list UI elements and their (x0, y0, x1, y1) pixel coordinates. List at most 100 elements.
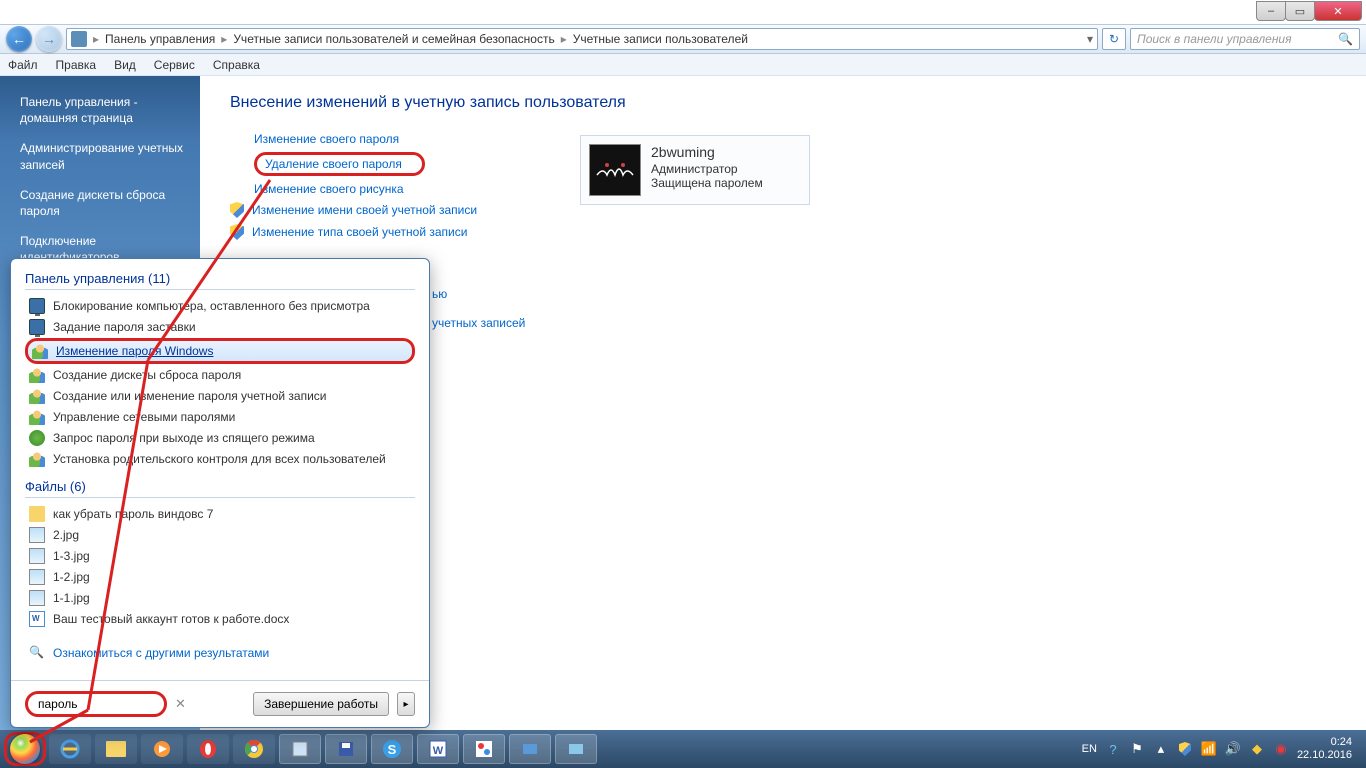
action-change-type[interactable]: Изменение типа своей учетной записи (230, 224, 1336, 240)
taskbar-ie[interactable] (49, 734, 91, 764)
tray-help-icon[interactable]: ? (1105, 741, 1121, 757)
page-title: Внесение изменений в учетную запись поль… (230, 94, 1336, 112)
taskbar-save[interactable] (325, 734, 367, 764)
menu-edit[interactable]: Правка (56, 58, 97, 72)
side-link-home[interactable]: Панель управления - домашняя страница (20, 94, 186, 126)
minimize-button[interactable]: – (1256, 1, 1286, 21)
avatar (589, 144, 641, 196)
file-result-doc[interactable]: Ваш тестовый аккаунт готов к работе.docx (25, 609, 415, 629)
monitor-icon (29, 298, 45, 314)
taskbar-paint[interactable] (463, 734, 505, 764)
taskbar-app1[interactable] (509, 734, 551, 764)
navigation-bar: ← → ▸ Панель управления ▸ Учетные записи… (0, 24, 1366, 54)
address-dropdown-icon[interactable]: ▾ (1087, 32, 1093, 46)
side-link-admin[interactable]: Администрирование учетных записей (20, 140, 186, 172)
image-icon (29, 548, 45, 564)
cp-result-lock[interactable]: Блокирование компьютера, оставленного бе… (25, 296, 415, 316)
taskbar: S W EN ? ⚑ ▴ 📶 🔊 ◆ ◉ 0:24 22.10.2016 (0, 730, 1366, 768)
tray-shield-icon[interactable] (1177, 741, 1193, 757)
taskbar-skype[interactable]: S (371, 734, 413, 764)
cp-result-screensaver[interactable]: Задание пароля заставки (25, 317, 415, 337)
tray-clock[interactable]: 0:24 22.10.2016 (1297, 736, 1352, 761)
see-more-results[interactable]: 🔍Ознакомиться с другими результатами (25, 639, 415, 667)
cp-result-change-windows-password[interactable]: Изменение пароля Windows (25, 338, 415, 364)
file-result-img2[interactable]: 1-3.jpg (25, 546, 415, 566)
people-icon (32, 343, 48, 359)
taskbar-opera[interactable] (187, 734, 229, 764)
menu-view[interactable]: Вид (114, 58, 136, 72)
file-result-img3[interactable]: 1-2.jpg (25, 567, 415, 587)
taskbar-explorer[interactable] (95, 734, 137, 764)
shield-icon (230, 224, 244, 240)
file-result-folder[interactable]: как убрать пароль виндовс 7 (25, 504, 415, 524)
start-button[interactable] (4, 732, 46, 766)
tray-network-icon[interactable]: 📶 (1201, 741, 1217, 757)
close-button[interactable]: ✕ (1314, 1, 1362, 21)
breadcrumb-2[interactable]: Учетные записи пользователей и семейная … (233, 32, 554, 46)
address-bar[interactable]: ▸ Панель управления ▸ Учетные записи пол… (66, 28, 1098, 50)
system-tray: EN ? ⚑ ▴ 📶 🔊 ◆ ◉ 0:24 22.10.2016 (1082, 736, 1362, 761)
cp-result-sleep-password[interactable]: Запрос пароля при выходе из спящего режи… (25, 428, 415, 448)
people-icon (29, 409, 45, 425)
word-icon (29, 611, 45, 627)
taskbar-notepad[interactable] (279, 734, 321, 764)
breadcrumb-sep: ▸ (561, 32, 567, 46)
menu-file[interactable]: Файл (8, 58, 38, 72)
image-icon (29, 527, 45, 543)
shutdown-options-button[interactable]: ▸ (397, 692, 415, 716)
tray-action-center-icon[interactable]: ⚑ (1129, 741, 1145, 757)
folder-icon (29, 506, 45, 522)
user-account-card: 2bwuming Администратор Защищена паролем (580, 135, 810, 205)
tray-app2-icon[interactable]: ◉ (1273, 741, 1289, 757)
taskbar-chrome[interactable] (233, 734, 275, 764)
start-search-input[interactable]: пароль (25, 691, 167, 717)
refresh-button[interactable]: ↻ (1102, 28, 1126, 50)
shield-icon (230, 202, 244, 218)
search-icon: 🔍 (1338, 32, 1353, 46)
back-button[interactable]: ← (6, 26, 32, 52)
breadcrumb-1[interactable]: Панель управления (105, 32, 215, 46)
user-name: 2bwuming (651, 144, 763, 160)
shutdown-button[interactable]: Завершение работы (253, 692, 389, 716)
cp-result-reset-disk[interactable]: Создание дискеты сброса пароля (25, 365, 415, 385)
file-result-img1[interactable]: 2.jpg (25, 525, 415, 545)
windows-orb-icon (10, 734, 40, 764)
search-placeholder: Поиск в панели управления (1137, 32, 1292, 46)
maximize-button[interactable]: ▭ (1285, 1, 1315, 21)
cp-result-network-passwords[interactable]: Управление сетевыми паролями (25, 407, 415, 427)
control-panel-icon (71, 31, 87, 47)
image-icon (29, 590, 45, 606)
image-icon (29, 569, 45, 585)
people-icon (29, 388, 45, 404)
user-status: Защищена паролем (651, 176, 763, 190)
breadcrumb-3[interactable]: Учетные записи пользователей (573, 32, 748, 46)
taskbar-word[interactable]: W (417, 734, 459, 764)
svg-text:S: S (388, 742, 397, 757)
folder-icon (106, 741, 126, 757)
side-link-reset-disk[interactable]: Создание дискеты сброса пароля (20, 187, 186, 219)
menu-bar: Файл Правка Вид Сервис Справка (0, 54, 1366, 76)
clear-search-icon[interactable]: ✕ (175, 696, 186, 712)
tray-chevron-icon[interactable]: ▴ (1153, 741, 1169, 757)
tray-lang[interactable]: EN (1082, 743, 1097, 755)
start-menu-search-results: Панель управления (11) Блокирование комп… (10, 258, 430, 728)
forward-button[interactable]: → (36, 26, 62, 52)
results-header-cp: Панель управления (11) (25, 271, 170, 286)
taskbar-app2[interactable] (555, 734, 597, 764)
search-panel-input[interactable]: Поиск в панели управления 🔍 (1130, 28, 1360, 50)
results-header-files: Файлы (6) (25, 479, 86, 494)
user-role: Администратор (651, 162, 763, 176)
partial-link-1[interactable]: ью (432, 287, 447, 301)
monitor-icon (29, 319, 45, 335)
menu-help[interactable]: Справка (213, 58, 260, 72)
cp-result-create-password[interactable]: Создание или изменение пароля учетной за… (25, 386, 415, 406)
menu-tools[interactable]: Сервис (154, 58, 195, 72)
breadcrumb-sep: ▸ (221, 32, 227, 46)
partial-link-2[interactable]: учетных записей (432, 316, 525, 330)
tray-app-icon[interactable]: ◆ (1249, 741, 1265, 757)
breadcrumb-sep: ▸ (93, 32, 99, 46)
taskbar-wmp[interactable] (141, 734, 183, 764)
tray-volume-icon[interactable]: 🔊 (1225, 741, 1241, 757)
file-result-img4[interactable]: 1-1.jpg (25, 588, 415, 608)
cp-result-parental[interactable]: Установка родительского контроля для все… (25, 449, 415, 469)
